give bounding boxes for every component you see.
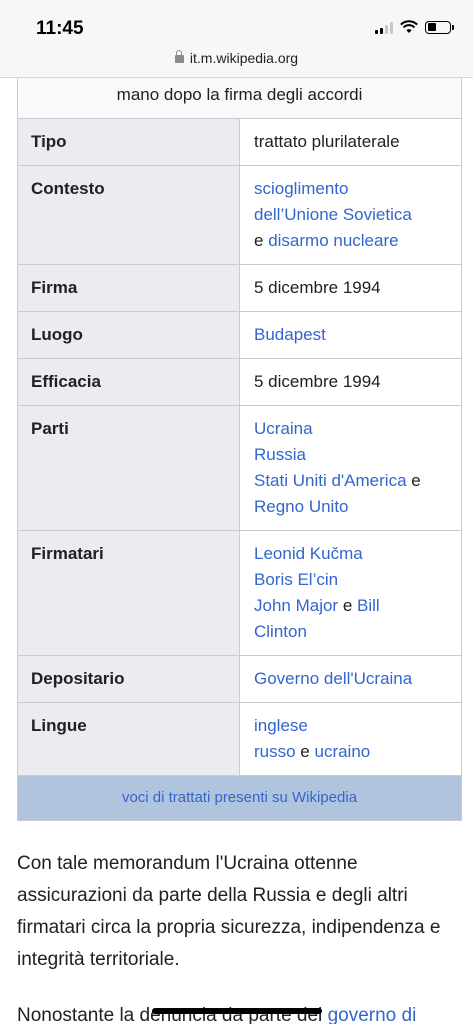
address-bar[interactable]: it.m.wikipedia.org [0,50,473,66]
infobox-value: Leonid Kučma Boris El’cin John Major e Bil… [240,531,461,655]
infobox-label: Tipo [18,119,240,165]
infobox-value-line: trattato plurilaterale [254,129,449,155]
infobox-link[interactable]: Boris El’cin [254,570,338,589]
infobox-row: Depositario Governo dell'Ucraina [18,656,461,703]
infobox-value: Governo dell'Ucraina [240,656,461,702]
infobox-value-line: dell’Unione Sovietica [254,202,449,228]
infobox-value-line: Budapest [254,322,449,348]
infobox-link[interactable]: Clinton [254,622,307,641]
infobox-link[interactable]: Russia [254,445,306,464]
infobox-value-line: Russia [254,442,449,468]
infobox-value-line: russo e ucraino [254,739,449,765]
infobox-value: Ucraina Russia Stati Uniti d'America e Regn… [240,406,461,530]
infobox-value: 5 dicembre 1994 [240,265,461,311]
infobox-value-line: 5 dicembre 1994 [254,369,449,395]
lock-icon [174,50,184,63]
infobox-value-line: Stati Uniti d'America e [254,468,449,494]
infobox-row: Efficacia 5 dicembre 1994 [18,359,461,406]
infobox-footer[interactable]: voci di trattati presenti su Wikipedia [18,776,461,820]
infobox-label: Efficacia [18,359,240,405]
infobox-value-line: 5 dicembre 1994 [254,275,449,301]
infobox-value-line: Boris El’cin [254,567,449,593]
infobox-label: Lingue [18,703,240,775]
infobox-label: Luogo [18,312,240,358]
infobox-value-line: Leonid Kučma [254,541,449,567]
infobox-row: Lingue inglese russo e ucraino [18,703,461,776]
status-bar: 11:45 it.m.wikipedia.org [0,0,473,78]
infobox-label: Contesto [18,166,240,264]
infobox-value-line: e disarmo nucleare [254,228,449,254]
infobox-link[interactable]: Budapest [254,325,326,344]
infobox-link[interactable]: scioglimento [254,179,349,198]
infobox-link[interactable]: John Major [254,596,338,615]
infobox-link[interactable]: Governo dell'Ucraina [254,669,412,688]
infobox-link[interactable]: Ucraina [254,419,313,438]
infobox-text: e [295,742,315,761]
infobox: mano dopo la firma degli accordi Tipo tra… [17,60,462,821]
infobox-value: 5 dicembre 1994 [240,359,461,405]
infobox-link[interactable]: disarmo nucleare [268,231,398,250]
signal-icon [375,21,393,34]
infobox-row: Tipo trattato plurilaterale [18,119,461,166]
infobox-link[interactable]: dell’Unione Sovietica [254,205,412,224]
infobox-link[interactable]: inglese [254,716,308,735]
infobox-link[interactable]: Regno Unito [254,497,349,516]
infobox-label: Parti [18,406,240,530]
infobox-link[interactable]: ucraino [314,742,370,761]
infobox-link[interactable]: Bill [357,596,380,615]
home-indicator [152,1008,322,1014]
infobox-footer-link[interactable]: voci di trattati presenti su Wikipedia [122,789,357,806]
infobox-value: inglese russo e ucraino [240,703,461,775]
paragraph-1: Con tale memorandum l'Ucraina ottenne as… [17,853,441,970]
infobox-row: Firmatari Leonid Kučma Boris El’cin John Ma… [18,531,461,656]
system-icons [375,20,454,34]
infobox-row: Parti Ucraina Russia Stati Uniti d'America … [18,406,461,531]
infobox-value-line: Governo dell'Ucraina [254,666,449,692]
infobox-label: Depositario [18,656,240,702]
infobox-value: scioglimento dell’Unione Sovietica e disar… [240,166,461,264]
wifi-icon [400,20,418,33]
infobox-value: Budapest [240,312,461,358]
infobox-text: 5 dicembre 1994 [254,278,381,297]
infobox-value-line: Regno Unito [254,494,449,520]
infobox-value-line: inglese [254,713,449,739]
infobox-row: Luogo Budapest [18,312,461,359]
infobox-row: Contesto scioglimento dell’Unione Sovietic… [18,166,461,265]
status-time: 11:45 [36,18,84,39]
infobox-text: e [254,231,269,250]
infobox-label: Firma [18,265,240,311]
infobox-row: Firma 5 dicembre 1994 [18,265,461,312]
infobox-text: 5 dicembre 1994 [254,372,381,391]
infobox-value-line: Ucraina [254,416,449,442]
infobox-text: e [406,471,421,490]
battery-icon [425,20,454,34]
infobox-link[interactable]: Leonid Kučma [254,544,363,563]
infobox-text: e [338,596,358,615]
infobox-value-line: scioglimento [254,176,449,202]
infobox-value: trattato plurilaterale [240,119,461,165]
infobox-label: Firmatari [18,531,240,655]
infobox-value-line: Clinton [254,619,449,645]
infobox-text: trattato plurilaterale [254,132,400,151]
infobox-link[interactable]: russo [254,742,296,761]
paragraph-2-link[interactable]: governo di [328,1005,417,1024]
infobox-link[interactable]: Stati Uniti d'America [254,471,407,490]
url-text: it.m.wikipedia.org [189,50,299,66]
infobox-value-line: John Major e Bill [254,593,449,619]
